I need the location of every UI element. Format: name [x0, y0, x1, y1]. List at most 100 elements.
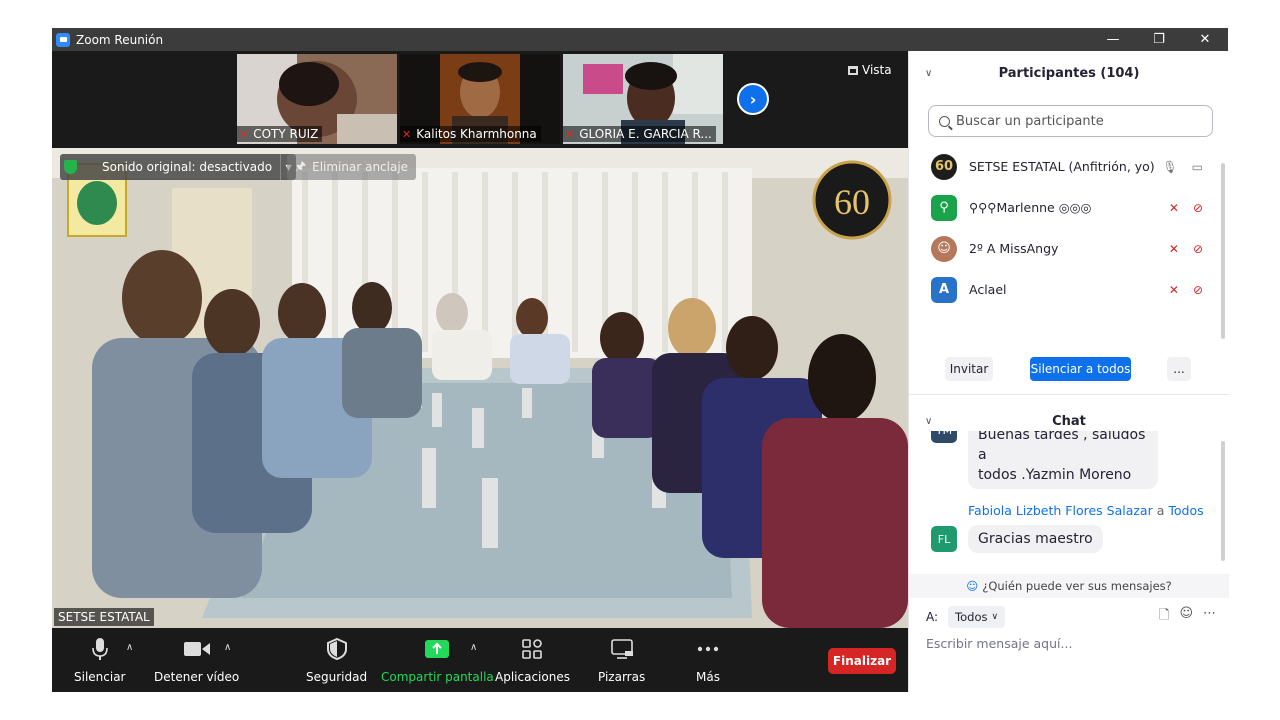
video-thumbnail[interactable]: ✕ GLORIA E. GARCIA R... — [563, 54, 723, 144]
mic-muted-icon: ✕ — [565, 127, 575, 141]
apps-button[interactable]: Aplicaciones — [495, 636, 570, 684]
more-dots-icon[interactable]: ⋯ — [1203, 606, 1216, 628]
restore-button[interactable]: ❐ — [1136, 28, 1182, 51]
thumbnail-strip: ✕ COTY RUIZ ✕ Kalitos Kharmhonna ✕ GLORI… — [52, 51, 908, 147]
participant-name: GLORIA E. GARCIA R... — [579, 127, 712, 141]
message-text: todos .Yazmin Moreno — [978, 467, 1132, 483]
message-visibility-link[interactable]: ☺ ¿Quién puede ver sus mensajes? — [909, 574, 1229, 598]
chat-tools: 🗋 ☺ ⋯ — [1159, 606, 1216, 628]
participant-controls: ✕ ⊘ — [1169, 283, 1203, 297]
participant-name: SETSE ESTATAL (Anfitrión, yo) — [969, 159, 1155, 174]
chat-title: Chat — [1052, 413, 1086, 429]
avatar: YM — [931, 431, 957, 443]
zoom-logo-icon — [56, 32, 70, 47]
recipient-value: Todos — [955, 610, 988, 624]
next-page-button[interactable]: › — [737, 83, 769, 115]
unpin-button[interactable]: 🖈 Eliminar anclaje — [287, 154, 417, 180]
side-panel: ∨ Participantes (104) Buscar un particip… — [908, 51, 1229, 692]
avatar: ☺ — [931, 235, 957, 262]
divider — [909, 394, 1229, 395]
mute-label: Silenciar — [74, 670, 126, 684]
participants-header[interactable]: ∨ Participantes (104) — [909, 55, 1229, 91]
video-camera-icon[interactable]: ▭ — [1192, 160, 1203, 174]
video-area: ✕ COTY RUIZ ✕ Kalitos Kharmhonna ✕ GLORI… — [52, 51, 908, 692]
view-label: Vista — [862, 63, 892, 77]
participant-row[interactable]: ☺ 2º A MissAngy ✕ ⊘ — [909, 228, 1221, 269]
more-label: Más — [696, 670, 720, 684]
window-title: Zoom Reunión — [76, 32, 164, 47]
mute-all-button[interactable]: Silenciar a todos — [1030, 357, 1131, 381]
chat-message-input[interactable]: Escribir mensaje aquí... — [926, 636, 1072, 651]
stop-video-label: Detener vídeo — [154, 670, 240, 684]
message-sender: Fabiola Lizbeth Flores Salazar a Todos — [968, 503, 1204, 518]
chevron-down-icon[interactable]: ∨ — [925, 68, 932, 79]
audio-options-caret-icon[interactable]: ∧ — [126, 642, 133, 653]
chevron-down-icon[interactable]: ∨ — [925, 416, 932, 427]
chat-scrollbar[interactable] — [1221, 441, 1225, 561]
participant-name: COTY RUIZ — [253, 127, 319, 141]
apps-icon — [521, 636, 543, 662]
participant-row[interactable]: A Aclael ✕ ⊘ — [909, 269, 1221, 310]
video-off-icon[interactable]: ⊘ — [1193, 283, 1203, 297]
more-button[interactable]: Más — [696, 636, 720, 684]
chevron-right-icon: › — [749, 89, 757, 109]
avatar: 60 — [931, 153, 957, 180]
file-icon[interactable]: 🗋 — [1159, 606, 1169, 628]
recipient-name: Todos — [1168, 503, 1204, 518]
video-off-icon[interactable]: ⊘ — [1193, 201, 1203, 215]
video-thumbnail[interactable]: ✕ COTY RUIZ — [237, 54, 397, 144]
participant-controls: 🎙 ▭ — [1162, 160, 1203, 174]
participants-title: Participantes (104) — [998, 65, 1140, 81]
participant-name-tag: ✕ COTY RUIZ — [237, 126, 323, 142]
participant-name: Aclael — [969, 282, 1007, 297]
more-options-button[interactable]: ... — [1167, 357, 1191, 381]
share-screen-label: Compartir pantalla — [381, 670, 494, 684]
invite-button[interactable]: Invitar — [945, 357, 993, 381]
close-button[interactable]: ✕ — [1182, 28, 1228, 51]
apps-label: Aplicaciones — [495, 670, 570, 684]
video-options-caret-icon[interactable]: ∧ — [224, 642, 231, 653]
mic-muted-icon[interactable]: ✕ — [1169, 242, 1179, 256]
security-label: Seguridad — [306, 670, 368, 684]
minimize-button[interactable]: — — [1090, 28, 1136, 51]
participant-search-input[interactable]: Buscar un participante — [928, 105, 1213, 137]
message-text: Gracias maestro — [978, 531, 1093, 547]
video-thumbnail[interactable]: ✕ Kalitos Kharmhonna — [400, 54, 560, 144]
share-options-caret-icon[interactable]: ∧ — [470, 642, 477, 653]
chat-message: Buenas tardes , saludos a todos .Yazmin … — [968, 431, 1158, 489]
participant-row[interactable]: 60 SETSE ESTATAL (Anfitrión, yo) 🎙 ▭ — [909, 146, 1221, 187]
shield-check-icon — [60, 154, 80, 180]
security-button[interactable]: Seguridad — [306, 636, 367, 684]
view-button[interactable]: Vista — [848, 63, 892, 77]
original-sound-toggle[interactable]: Sonido original: desactivado ▼ — [60, 154, 297, 180]
chat-message: Gracias maestro — [968, 525, 1103, 553]
whiteboards-button[interactable]: Pizarras — [598, 636, 645, 684]
recipient-select[interactable]: Todos ∨ — [948, 606, 1006, 628]
whiteboard-icon — [610, 636, 634, 662]
emoji-icon[interactable]: ☺ — [1179, 606, 1193, 628]
main-video[interactable]: 60 Sonido original: desactivado ▼ 🖈 Elim… — [52, 148, 908, 628]
sender-name[interactable]: Fabiola Lizbeth Flores Salazar — [968, 503, 1153, 518]
meeting-room-video-image: 60 — [52, 148, 908, 628]
chevron-down-icon: ∨ — [991, 612, 999, 622]
participant-row[interactable]: ⚲ ⚲⚲⚲Marlenne ◎◎◎ ✕ ⊘ — [909, 187, 1221, 228]
participant-name: 2º A MissAngy — [969, 241, 1059, 256]
video-off-icon[interactable]: ⊘ — [1193, 242, 1203, 256]
microphone-icon[interactable]: 🎙 — [1162, 160, 1177, 174]
mic-muted-icon[interactable]: ✕ — [1169, 201, 1179, 215]
mute-button[interactable]: Silenciar — [74, 636, 126, 684]
zoom-window: Zoom Reunión — ❐ ✕ ✕ COTY RUIZ ✕ Kalitos… — [52, 28, 1229, 692]
participant-name: ⚲⚲⚲Marlenne ◎◎◎ — [969, 200, 1092, 215]
avatar: FL — [931, 526, 957, 552]
participants-scrollbar[interactable] — [1221, 163, 1225, 339]
grid-view-icon — [848, 65, 858, 75]
recipient-row: A: Todos ∨ 🗋 ☺ ⋯ — [926, 606, 1216, 628]
person-info-icon: ☺ — [966, 579, 979, 593]
end-meeting-button[interactable]: Finalizar — [828, 648, 896, 674]
original-sound-status: Sonido original: desactivado — [102, 160, 273, 174]
mic-muted-icon: ✕ — [402, 127, 412, 141]
more-dots-icon — [697, 636, 719, 662]
video-camera-icon — [183, 636, 210, 662]
chat-messages: YM Buenas tardes , saludos a todos .Yazm… — [909, 431, 1221, 571]
mic-muted-icon[interactable]: ✕ — [1169, 283, 1179, 297]
